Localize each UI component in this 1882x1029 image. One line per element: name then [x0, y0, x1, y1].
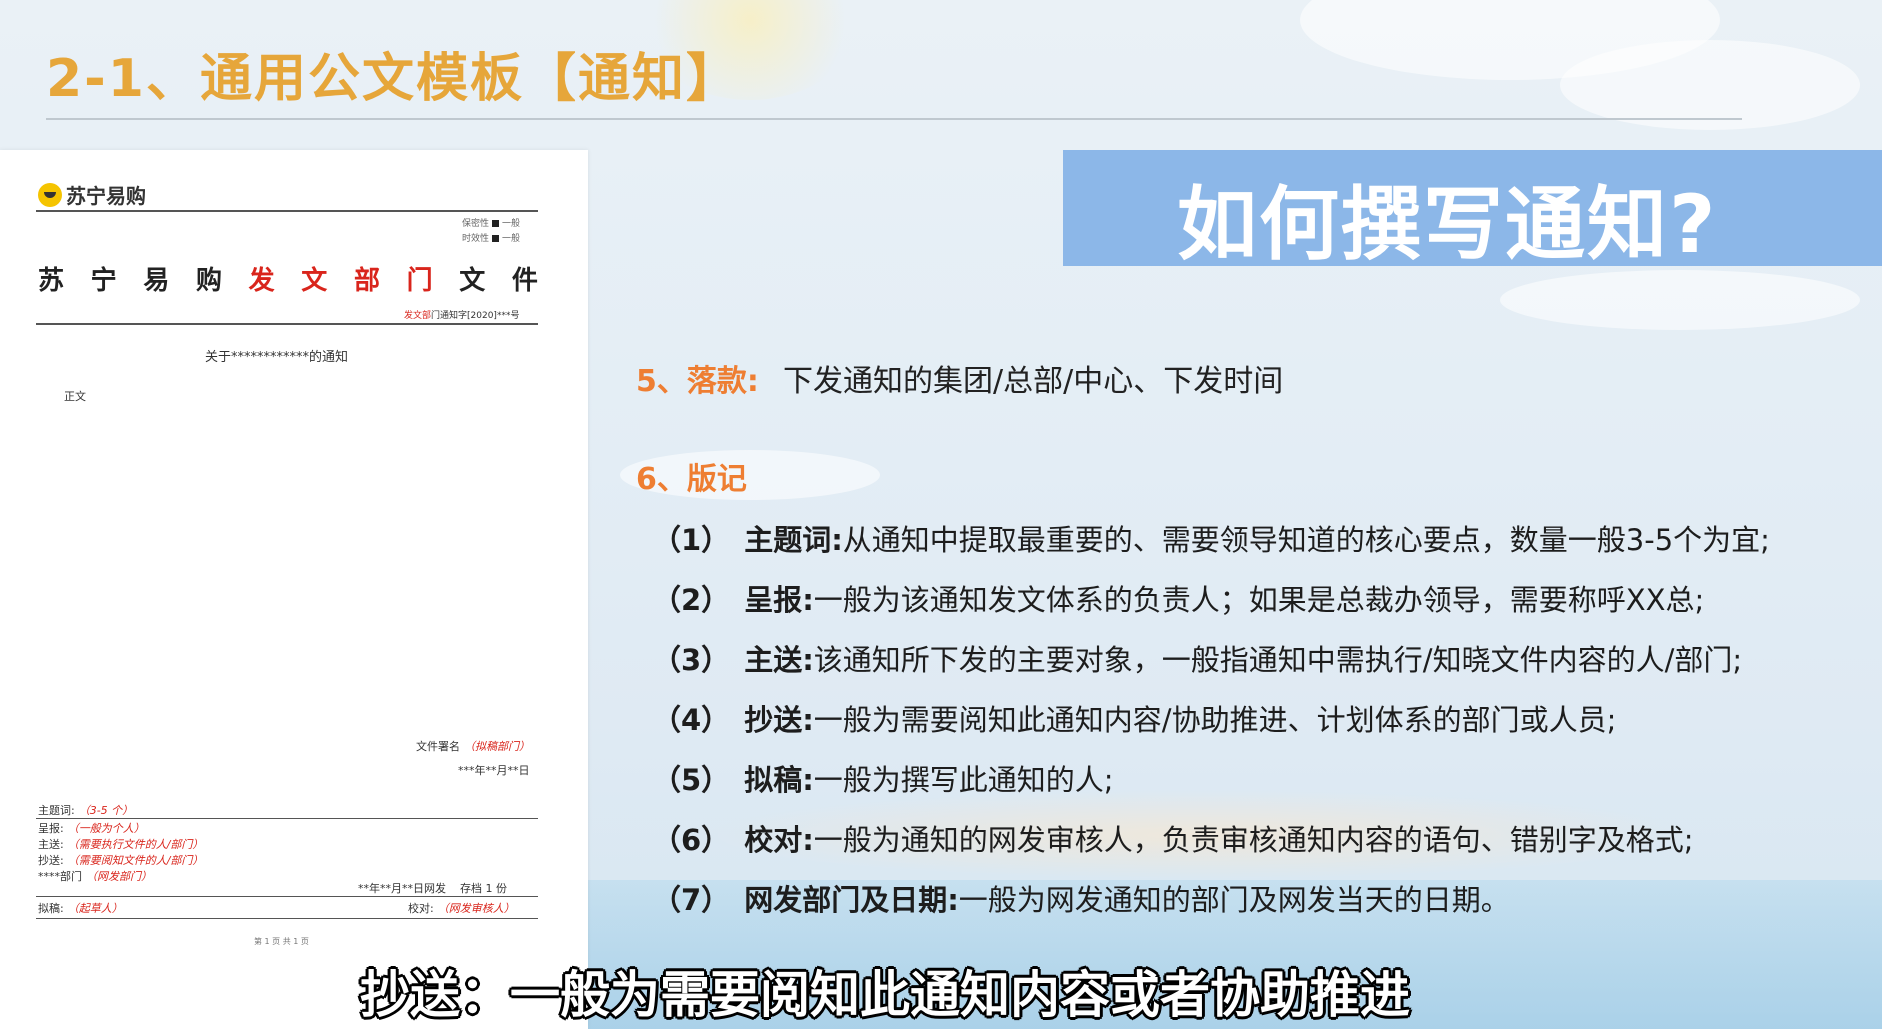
doc-drafter: 拟稿: （起草人）	[38, 900, 123, 916]
doc-meta-2: 时效性 一般	[462, 231, 520, 244]
doc-meta-row-value: （网发部门）	[86, 870, 152, 883]
doc-meta-1-value: 一般	[502, 219, 521, 229]
doc-header-rule	[36, 210, 538, 212]
item-number: （7）	[652, 883, 731, 917]
doc-heading-char: 文	[459, 266, 486, 296]
doc-number: 发文部门通知字[2020]***号	[404, 308, 519, 321]
item-text: 该通知所下发的主要对象，一般指通知中需执行/知晓文件内容的人/部门;	[813, 643, 1743, 677]
doc-meta-row: 主送: （需要执行文件的人/部门）	[38, 836, 203, 852]
list-item: （2） 呈报:一般为该通知发文体系的负责人；如果是总裁办领导，需要称呼XX总;	[652, 577, 1704, 619]
doc-meta-row-value: （需要执行文件的人/部门）	[67, 838, 204, 851]
item-label: 校对:	[744, 823, 814, 857]
doc-logo: 苏宁易购	[38, 180, 146, 209]
video-subtitle: 抄送：一般为需要阅知此通知内容或者协助推进	[360, 966, 1410, 1024]
doc-meta-row-label: 呈报:	[38, 822, 64, 835]
doc-proofreader-label: 校对:	[408, 902, 434, 915]
item-label: 主题词:	[744, 523, 843, 557]
list-item: （1） 主题词:从通知中提取最重要的、需要领导知道的核心要点，数量一般3-5个为宜…	[652, 517, 1770, 559]
doc-subject: 关于************的通知	[205, 350, 349, 365]
doc-date: ***年**月**日	[458, 764, 530, 777]
doc-heading-char: 件	[511, 266, 538, 296]
item-label: 拟稿:	[744, 763, 814, 797]
list-item: （7） 网发部门及日期:一般为网发通知的部门及网发当天的日期。	[652, 877, 1510, 919]
doc-heading-char: 购	[195, 266, 222, 296]
doc-heading-char: 门	[406, 266, 433, 296]
item-label: 主送:	[744, 643, 814, 677]
title-divider	[46, 118, 1742, 120]
doc-footer-rule	[36, 896, 538, 897]
item-text: 一般为需要阅知此通知内容/协助推进、计划体系的部门或人员;	[813, 703, 1617, 737]
section-5-heading: 5、落款:	[636, 364, 759, 399]
doc-heading-char: 部	[353, 266, 380, 296]
list-item: （4） 抄送:一般为需要阅知此通知内容/协助推进、计划体系的部门或人员;	[652, 697, 1616, 739]
item-number: （3）	[652, 643, 731, 677]
item-text: 从通知中提取最重要的、需要领导知道的核心要点，数量一般3-5个为宜;	[842, 523, 1770, 557]
doc-meta-row-value: （需要阅知文件的人/部门）	[67, 854, 204, 867]
doc-proofreader-value: （网发审核人）	[437, 902, 515, 915]
doc-meta-2-value: 一般	[502, 234, 521, 244]
list-item: （6） 校对:一般为通知的网发审核人，负责审核通知内容的语句、错别字及格式;	[652, 817, 1694, 859]
item-text: 一般为该通知发文体系的负责人；如果是总裁办领导，需要称呼XX总;	[813, 583, 1705, 617]
item-label: 抄送:	[744, 703, 814, 737]
checkbox-icon	[492, 220, 500, 227]
doc-heading-char: 易	[143, 266, 170, 296]
doc-heading-char: 宁	[90, 266, 117, 296]
doc-meta-row-label: 主题词:	[38, 804, 75, 817]
doc-heading-char: 文	[301, 266, 328, 296]
section-6-heading: 6、版记	[636, 462, 747, 497]
doc-meta-1-label: 保密性	[462, 219, 490, 229]
doc-meta-row: 主题词: （3-5 个）	[38, 802, 133, 818]
question-banner-text: 如何撰写通知?	[1177, 178, 1718, 271]
doc-meta-row: 呈报: （一般为个人）	[38, 820, 145, 836]
item-text: 一般为网发通知的部门及网发当天的日期。	[958, 883, 1510, 917]
doc-drafter-label: 拟稿:	[38, 902, 64, 915]
doc-heading: 苏 宁 易 购 发 文 部 门 文 件	[38, 260, 538, 297]
doc-meta-row-value: （3-5 个）	[78, 804, 134, 817]
section-5-body: 下发通知的集团/总部/中心、下发时间	[783, 364, 1284, 399]
list-item: （3） 主送:该通知所下发的主要对象，一般指通知中需执行/知晓文件内容的人/部门;	[652, 637, 1742, 679]
item-text: 一般为撰写此通知的人;	[813, 763, 1114, 797]
item-number: （1）	[652, 523, 731, 557]
item-number: （2）	[652, 583, 731, 617]
item-text: 一般为通知的网发审核人，负责审核通知内容的语句、错别字及格式;	[813, 823, 1694, 857]
doc-logo-text: 苏宁易购	[66, 184, 146, 208]
item-number: （5）	[652, 763, 731, 797]
doc-meta-row-label: 抄送:	[38, 854, 64, 867]
list-item: （5） 拟稿:一般为撰写此通知的人;	[652, 757, 1114, 799]
item-label: 呈报:	[744, 583, 814, 617]
doc-signature: 文件署名 （拟稿部门）	[416, 738, 530, 754]
doc-meta-rule	[36, 818, 538, 819]
doc-issue-date: **年**月**日网发	[358, 882, 446, 895]
item-label: 网发部门及日期:	[744, 883, 959, 917]
doc-body: 正文	[64, 390, 86, 403]
doc-meta-row-label: 主送:	[38, 838, 64, 851]
doc-signature-value: （拟稿部门）	[464, 740, 530, 753]
document-template-preview: 苏宁易购 保密性 一般 时效性 一般 苏 宁 易 购 发 文 部 门 文 件 发文部…	[0, 150, 588, 1029]
doc-meta-row-value: （一般为个人）	[67, 822, 145, 835]
checkbox-icon	[492, 235, 500, 242]
doc-meta-2-label: 时效性	[462, 234, 490, 244]
doc-bottom-rule	[36, 918, 538, 919]
doc-page-footer: 第 1 页 共 1 页	[254, 937, 309, 946]
doc-issue-line: **年**月**日网发 存档 1 份	[358, 880, 507, 896]
item-number: （4）	[652, 703, 731, 737]
doc-meta-row-label: ****部门	[38, 870, 82, 883]
item-number: （6）	[652, 823, 731, 857]
doc-heading-char: 发	[248, 266, 275, 296]
suning-logo-icon	[38, 182, 62, 207]
doc-meta-row: 抄送: （需要阅知文件的人/部门）	[38, 852, 203, 868]
doc-archive: 存档 1 份	[460, 882, 507, 895]
doc-meta-1: 保密性 一般	[462, 216, 520, 229]
doc-proofreader: 校对: （网发审核人）	[408, 900, 515, 916]
doc-number-code: 门通知字[2020]***号	[431, 311, 520, 321]
doc-number-dept: 发文部	[404, 311, 432, 321]
slide-title: 2-1、通用公文模板【通知】	[46, 49, 740, 109]
doc-signature-label: 文件署名	[416, 740, 460, 753]
doc-heading-char: 苏	[38, 266, 65, 296]
doc-number-rule	[36, 323, 538, 325]
doc-meta-row: ****部门 （网发部门）	[38, 868, 152, 884]
doc-drafter-value: （起草人）	[67, 902, 123, 915]
